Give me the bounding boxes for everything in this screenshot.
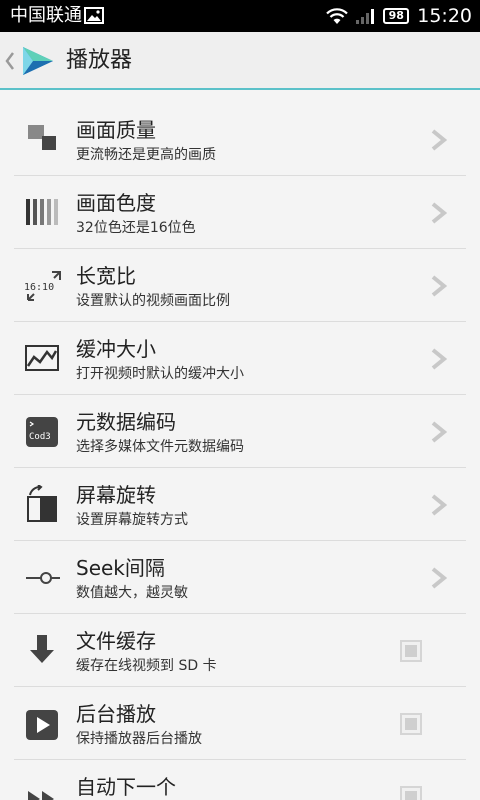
setting-subtitle: 打开视频时默认的缓冲大小 (76, 366, 244, 382)
setting-subtitle: 更流畅还是更高的画质 (76, 147, 216, 163)
play-icon (26, 710, 58, 740)
setting-seek-interval[interactable]: Seek间隔 数值越大，越灵敏 (14, 541, 466, 614)
setting-screen-rotation[interactable]: 屏幕旋转 设置屏幕旋转方式 (14, 468, 466, 541)
setting-aspect-ratio[interactable]: 16:10 长宽比 设置默认的视频画面比例 (14, 249, 466, 322)
clock: 15:20 (417, 5, 472, 27)
setting-subtitle: 选择多媒体文件元数据编码 (76, 439, 244, 455)
setting-subtitle: 设置屏幕旋转方式 (76, 512, 188, 528)
app-logo-icon[interactable] (18, 41, 58, 81)
action-bar: 播放器 (0, 32, 480, 90)
wifi-icon (326, 8, 349, 24)
setting-subtitle: 保持播放器后台播放 (76, 731, 202, 747)
buffer-chart-icon (25, 345, 59, 371)
file-cache-checkbox[interactable] (400, 640, 422, 662)
aspect-ratio-icon-label: 16:10 (24, 282, 54, 293)
status-indicators: 98 15:20 (325, 0, 472, 32)
setting-title: 自动下一个 (76, 775, 176, 799)
next-icon (28, 791, 54, 800)
slider-icon (26, 572, 60, 584)
download-icon (30, 635, 54, 663)
setting-title: 画面质量 (76, 118, 156, 142)
auto-next-checkbox[interactable] (400, 786, 422, 800)
chevron-right-icon (431, 202, 448, 224)
code-icon-label: Cod3 (29, 432, 51, 442)
carrier-label: 中国联通 (10, 5, 82, 26)
setting-title: 元数据编码 (76, 410, 176, 434)
quality-icon (28, 125, 56, 150)
setting-color-depth[interactable]: 画面色度 32位色还是16位色 (14, 176, 466, 249)
setting-auto-next[interactable]: 自动下一个 (14, 760, 466, 800)
chevron-right-icon (431, 567, 448, 589)
setting-title: 屏幕旋转 (76, 483, 156, 507)
chevron-right-icon (431, 421, 448, 443)
setting-subtitle: 32位色还是16位色 (76, 220, 196, 236)
setting-subtitle: 设置默认的视频画面比例 (76, 293, 230, 309)
page-title: 播放器 (66, 48, 133, 73)
rotate-icon (27, 485, 57, 522)
back-chevron-icon[interactable] (4, 49, 16, 73)
setting-file-cache[interactable]: 文件缓存 缓存在线视频到 SD 卡 (14, 614, 466, 687)
setting-buffer-size[interactable]: 缓冲大小 打开视频时默认的缓冲大小 (14, 322, 466, 395)
code-icon: Cod3 (26, 417, 58, 447)
setting-background-play[interactable]: 后台播放 保持播放器后台播放 (14, 687, 466, 760)
background-play-checkbox[interactable] (400, 713, 422, 735)
signal-icon (356, 9, 375, 24)
status-bar: 中国联通 98 15:20 (0, 0, 480, 32)
setting-title: Seek间隔 (76, 556, 165, 580)
setting-title: 文件缓存 (76, 629, 156, 653)
setting-title: 长宽比 (76, 264, 136, 288)
chevron-right-icon (431, 275, 448, 297)
setting-metadata-encoding[interactable]: Cod3 元数据编码 选择多媒体文件元数据编码 (14, 395, 466, 468)
setting-subtitle: 缓存在线视频到 SD 卡 (76, 658, 217, 674)
setting-title: 画面色度 (76, 191, 156, 215)
battery-icon: 98 (383, 8, 410, 24)
chevron-right-icon (431, 348, 448, 370)
setting-title: 后台播放 (76, 702, 156, 726)
settings-list: 画面质量 更流畅还是更高的画质 画面色度 32位色还是16位色 16:10 长宽… (14, 103, 466, 800)
color-depth-icon (26, 199, 58, 225)
setting-subtitle: 数值越大，越灵敏 (76, 585, 188, 601)
image-notification-icon (84, 7, 104, 24)
chevron-right-icon (431, 494, 448, 516)
setting-picture-quality[interactable]: 画面质量 更流畅还是更高的画质 (14, 103, 466, 176)
chevron-right-icon (431, 129, 448, 151)
setting-title: 缓冲大小 (76, 337, 156, 361)
aspect-ratio-icon: 16:10 (24, 271, 61, 301)
